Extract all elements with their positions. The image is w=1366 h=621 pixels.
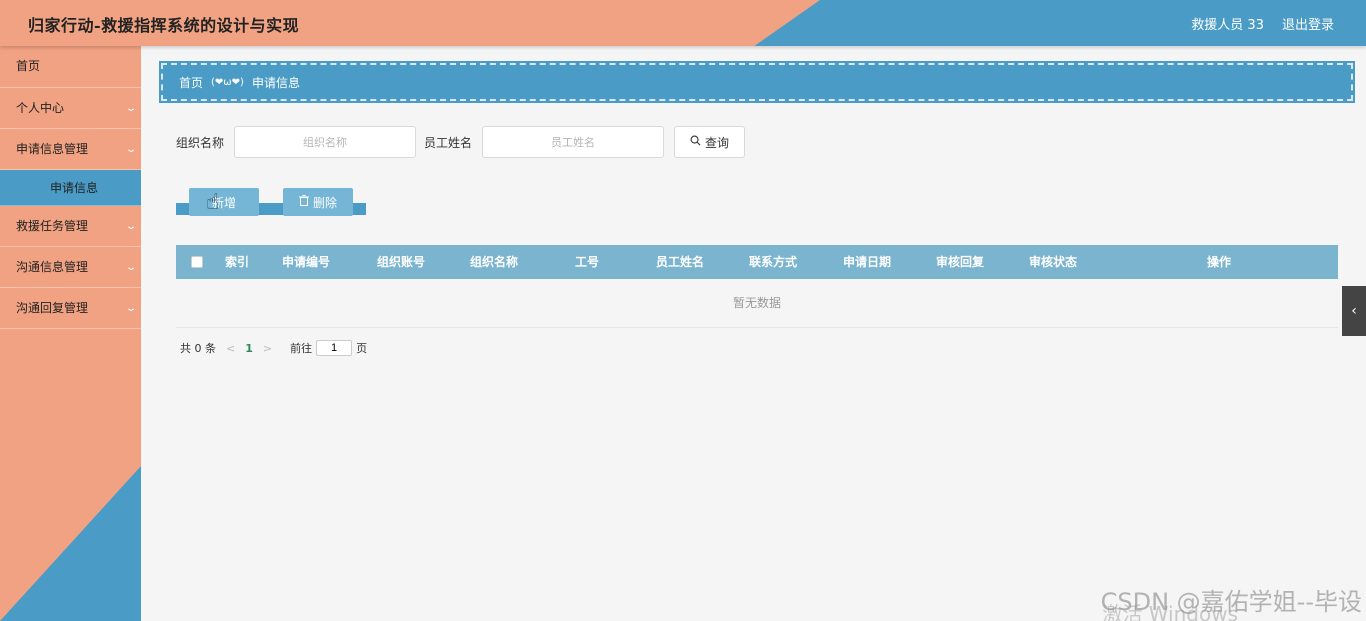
- org-name-label: 组织名称: [176, 135, 225, 150]
- header-user-area: 救援人员 33 退出登录: [1191, 14, 1334, 33]
- employee-name-input[interactable]: [482, 126, 665, 158]
- column-header: 索引: [225, 255, 250, 269]
- add-button[interactable]: 新增: [189, 188, 259, 216]
- column-header: 联系方式: [749, 255, 798, 269]
- next-page-icon[interactable]: >: [263, 342, 272, 355]
- hand-cursor-icon: ☝: [206, 190, 220, 215]
- sidebar-item-communication-management[interactable]: 沟通信息管理 ⌄: [0, 247, 141, 288]
- pagination-goto-input[interactable]: [316, 340, 353, 356]
- pagination-total: 共 0 条: [180, 342, 216, 355]
- sidebar-decoration: [0, 466, 141, 621]
- search-button[interactable]: 查询: [674, 126, 746, 158]
- column-header: 操作: [1207, 255, 1232, 269]
- data-table: 索引 申请编号 组织账号 组织名称 工号 员工姓名 联系方式 申请日期 审核回复…: [176, 245, 1338, 328]
- sidebar-item-rescue-task-management[interactable]: 救援任务管理 ⌄: [0, 206, 141, 247]
- breadcrumb: 首页 (❤ω❤) 申请信息: [159, 61, 1355, 103]
- sidebar-subitem-label: 申请信息: [50, 181, 99, 195]
- select-all-checkbox[interactable]: [191, 256, 203, 268]
- column-header: 申请编号: [282, 255, 331, 269]
- chevron-down-icon: ⌄: [124, 303, 138, 314]
- delete-button-label: 删除: [312, 195, 337, 210]
- column-header: 申请日期: [843, 255, 892, 269]
- search-form: 组织名称 员工姓名 查询: [176, 126, 746, 158]
- sidebar-item-reply-management[interactable]: 沟通回复管理 ⌄: [0, 288, 141, 329]
- sidebar-item-label: 首页: [16, 59, 41, 73]
- sidebar-item-personal-center[interactable]: 个人中心 ⌄: [0, 88, 141, 129]
- prev-page-icon[interactable]: <: [226, 342, 235, 355]
- sidebar-item-label: 沟通信息管理: [16, 260, 89, 274]
- chevron-left-icon[interactable]: ‹: [1342, 286, 1366, 336]
- logout-link[interactable]: 退出登录: [1282, 14, 1334, 33]
- trash-icon: [298, 195, 309, 209]
- chevron-down-icon: ⌄: [124, 262, 138, 273]
- table-empty-state: 暂无数据: [176, 279, 1338, 328]
- pagination: 共 0 条 < 1 > 前往 页: [180, 340, 367, 356]
- column-header: 审核状态: [1029, 255, 1078, 269]
- main-content: 首页 (❤ω❤) 申请信息 组织名称 员工姓名 查询 新增 删除 索引: [141, 46, 1366, 621]
- sidebar: 首页 个人中心 ⌄ 申请信息管理 ⌄ 申请信息 救援任务管理 ⌄ 沟通信息管理 …: [0, 46, 141, 621]
- action-bar: 新增 删除: [176, 188, 366, 218]
- search-button-label: 查询: [705, 135, 730, 150]
- column-header: 组织名称: [470, 255, 519, 269]
- sidebar-subitem-application-info[interactable]: 申请信息: [0, 170, 141, 206]
- breadcrumb-separator: (❤ω❤): [211, 76, 244, 88]
- column-header: 工号: [575, 255, 600, 269]
- table-header: 索引 申请编号 组织账号 组织名称 工号 员工姓名 联系方式 申请日期 审核回复…: [176, 245, 1338, 279]
- sidebar-item-application-management[interactable]: 申请信息管理 ⌄: [0, 129, 141, 170]
- org-name-input[interactable]: [234, 126, 417, 158]
- pagination-page-unit: 页: [356, 342, 368, 355]
- app-title: 归家行动-救援指挥系统的设计与实现: [28, 16, 300, 35]
- chevron-down-icon: ⌄: [124, 221, 138, 232]
- sidebar-item-label: 救援任务管理: [16, 219, 89, 233]
- column-header: 组织账号: [377, 255, 426, 269]
- current-user: 救援人员 33: [1191, 18, 1264, 33]
- delete-button[interactable]: 删除: [283, 188, 353, 216]
- chevron-down-icon: ⌄: [124, 103, 138, 114]
- sidebar-item-home[interactable]: 首页: [0, 46, 141, 88]
- column-header: 审核回复: [936, 255, 985, 269]
- column-header: 员工姓名: [656, 255, 705, 269]
- chevron-down-icon: ⌄: [124, 144, 138, 155]
- top-header: 归家行动-救援指挥系统的设计与实现 救援人员 33 退出登录: [0, 0, 1366, 46]
- pagination-goto-label: 前往: [290, 342, 313, 355]
- breadcrumb-current: 申请信息: [251, 75, 300, 90]
- employee-name-label: 员工姓名: [424, 135, 473, 150]
- sidebar-item-label: 个人中心: [16, 101, 65, 115]
- breadcrumb-home[interactable]: 首页: [179, 74, 203, 91]
- csdn-watermark: CSDN @嘉佑学姐--毕设: [1100, 588, 1362, 616]
- search-icon: [690, 135, 701, 149]
- sidebar-item-label: 申请信息管理: [16, 142, 89, 156]
- sidebar-item-label: 沟通回复管理: [16, 301, 89, 315]
- pagination-page-1[interactable]: 1: [245, 342, 253, 355]
